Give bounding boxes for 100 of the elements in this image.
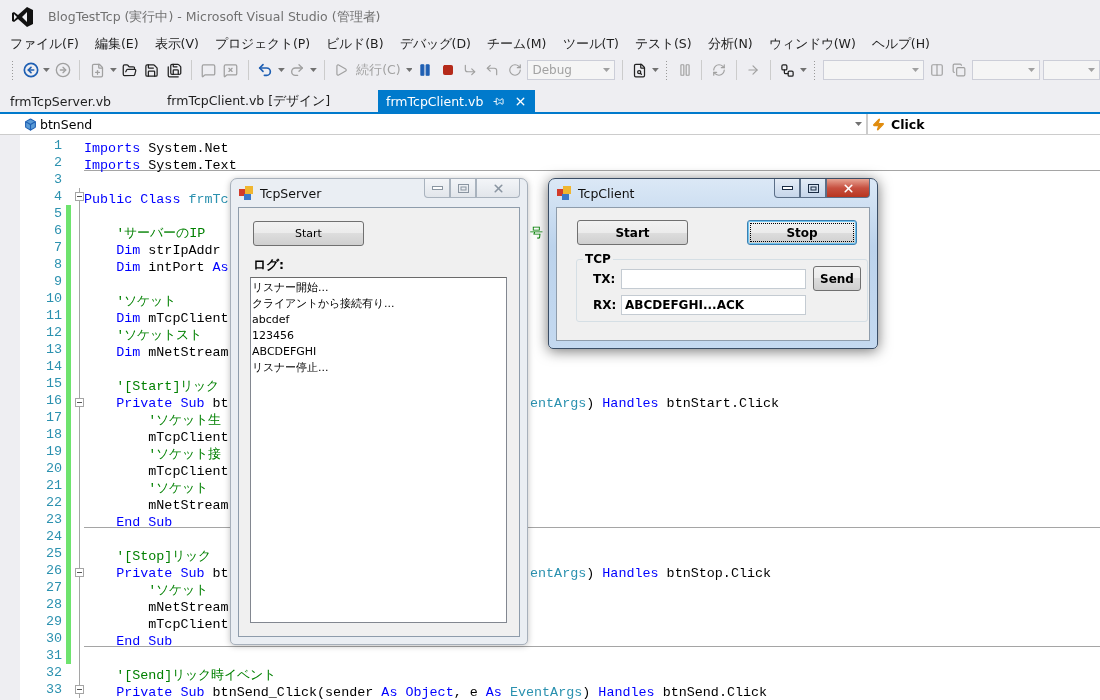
forward-icon[interactable] xyxy=(53,60,73,80)
dropdown-field[interactable] xyxy=(1043,60,1100,80)
caret-icon[interactable] xyxy=(43,68,51,72)
maximize-button[interactable] xyxy=(800,179,826,198)
line-number: 12 xyxy=(44,324,62,341)
caret-icon[interactable] xyxy=(800,68,808,72)
collapse-icon[interactable] xyxy=(74,685,84,694)
caret-icon xyxy=(912,68,920,72)
collapse-icon[interactable] xyxy=(74,192,84,201)
code-line: mTcpClient xyxy=(147,430,229,445)
dropdown-field[interactable] xyxy=(972,60,1041,80)
lightning-icon xyxy=(872,117,885,131)
line-number: 32 xyxy=(44,664,62,681)
line-number: 9 xyxy=(52,273,62,290)
code-line: '[Start]リック xyxy=(115,379,220,394)
line-number: 28 xyxy=(44,596,62,613)
window-title: TcpClient xyxy=(578,185,635,201)
input-field[interactable] xyxy=(621,268,806,289)
menu-item[interactable]: ビルド(B) xyxy=(318,35,392,53)
line-number: 27 xyxy=(44,579,62,596)
code-line: mTcpClient xyxy=(147,617,229,632)
line-number: 1 xyxy=(52,137,62,154)
code-line: mNetStream xyxy=(147,498,229,513)
line-number: 33 xyxy=(44,681,62,698)
caret-icon xyxy=(1087,68,1095,72)
log-entry: ABCDEFGHI xyxy=(252,344,318,360)
code-line: Imports System.Text xyxy=(84,158,237,173)
code-line: 'ソケット生 xyxy=(147,413,222,428)
code-line: mTcpClient xyxy=(147,464,229,479)
code-line: 'ソケットスト xyxy=(115,328,203,343)
caret-icon xyxy=(855,122,862,126)
caret-icon[interactable] xyxy=(405,68,413,72)
menu-item[interactable]: チーム(M) xyxy=(478,35,555,53)
start-button[interactable]: Start xyxy=(577,220,688,245)
menu-item[interactable]: プロジェクト(P) xyxy=(206,35,319,53)
code-line: 'ソケット xyxy=(147,481,209,496)
log-entry: 123456 xyxy=(252,328,295,344)
menu-item[interactable]: ツール(T) xyxy=(554,35,627,53)
document-tab[interactable]: frmTcpServer.vb xyxy=(2,90,119,112)
line-number: 4 xyxy=(52,188,62,205)
menu-item[interactable]: ヘルプ(H) xyxy=(863,35,938,53)
line-number: 7 xyxy=(52,239,62,256)
line-number: 13 xyxy=(44,341,62,358)
close-icon xyxy=(841,181,855,195)
menu-item[interactable]: ファイル(F) xyxy=(2,35,87,53)
document-tab[interactable]: frmTcpClient.vb [デザイン] xyxy=(158,90,338,112)
minimize-icon xyxy=(431,186,443,190)
collapse-icon[interactable] xyxy=(74,397,84,407)
line-number: 17 xyxy=(44,409,62,426)
input-field[interactable]: ABCDEFGHI...ACK xyxy=(621,295,806,315)
menu-item[interactable]: ウィンドウ(W) xyxy=(760,35,864,53)
pin-icon[interactable] xyxy=(493,95,505,107)
line-number: 25 xyxy=(44,545,62,562)
caret-icon[interactable] xyxy=(277,68,285,72)
line-number: 19 xyxy=(44,443,62,460)
menu-item[interactable]: デバッグ(D) xyxy=(391,35,479,53)
dropdown-field[interactable] xyxy=(823,60,925,80)
start-button[interactable]: Start xyxy=(253,221,364,246)
form-icon xyxy=(556,185,572,201)
code-line: entArgs) Handles btnStart.Click xyxy=(530,396,780,411)
line-number: 5 xyxy=(52,205,62,222)
code-line: 号 xyxy=(530,226,543,241)
document-tab[interactable]: frmTcpClient.vb xyxy=(378,90,536,112)
send-button[interactable]: Send xyxy=(813,266,861,291)
close-button[interactable] xyxy=(826,179,870,198)
line-number: 11 xyxy=(44,307,62,324)
log-entry: クライアントから接続有り... xyxy=(252,296,396,312)
caret-icon[interactable] xyxy=(652,68,660,72)
minimize-icon xyxy=(781,186,793,190)
menu-item[interactable]: 分析(N) xyxy=(699,35,761,53)
component-icon xyxy=(24,117,37,131)
code-line: mNetStream xyxy=(147,600,229,615)
line-number: 2 xyxy=(52,154,62,171)
menu-item[interactable]: 編集(E) xyxy=(86,35,147,53)
line-number: 31 xyxy=(44,647,62,664)
code-line: 'サーバーのIP xyxy=(115,226,206,241)
line-number: 30 xyxy=(44,630,62,647)
log-label: ログ: xyxy=(253,257,285,274)
code-line: Imports System.Net xyxy=(84,141,229,156)
maximize-icon xyxy=(457,183,469,193)
form-icon xyxy=(238,185,254,201)
code-line: Public Class frmTc xyxy=(84,192,229,207)
code-line: 'ソケット xyxy=(115,294,177,309)
collapse-icon[interactable] xyxy=(74,567,84,577)
code-line: 'ソケット xyxy=(147,583,209,598)
event-dropdown[interactable]: Click xyxy=(868,114,1100,134)
minimize-button[interactable] xyxy=(774,179,800,198)
maximize-icon xyxy=(807,183,819,193)
line-number: 21 xyxy=(44,477,62,494)
menu-item[interactable]: 表示(V) xyxy=(146,35,207,53)
caret-icon[interactable] xyxy=(310,68,317,72)
code-line: Dim strIpAddr xyxy=(115,243,221,258)
line-number: 20 xyxy=(44,460,62,477)
line-number: 15 xyxy=(44,375,62,392)
caret-icon[interactable] xyxy=(109,68,117,72)
line-number: 23 xyxy=(44,511,62,528)
log-list[interactable]: リスナー開始... クライアントから接続有り... abcdef 123456 ABCDEFGHI リスナー停止... xyxy=(250,277,507,623)
stop-button[interactable]: Stop xyxy=(747,220,857,245)
line-number: 16 xyxy=(44,392,62,410)
menu-item[interactable]: テスト(S) xyxy=(626,35,700,53)
